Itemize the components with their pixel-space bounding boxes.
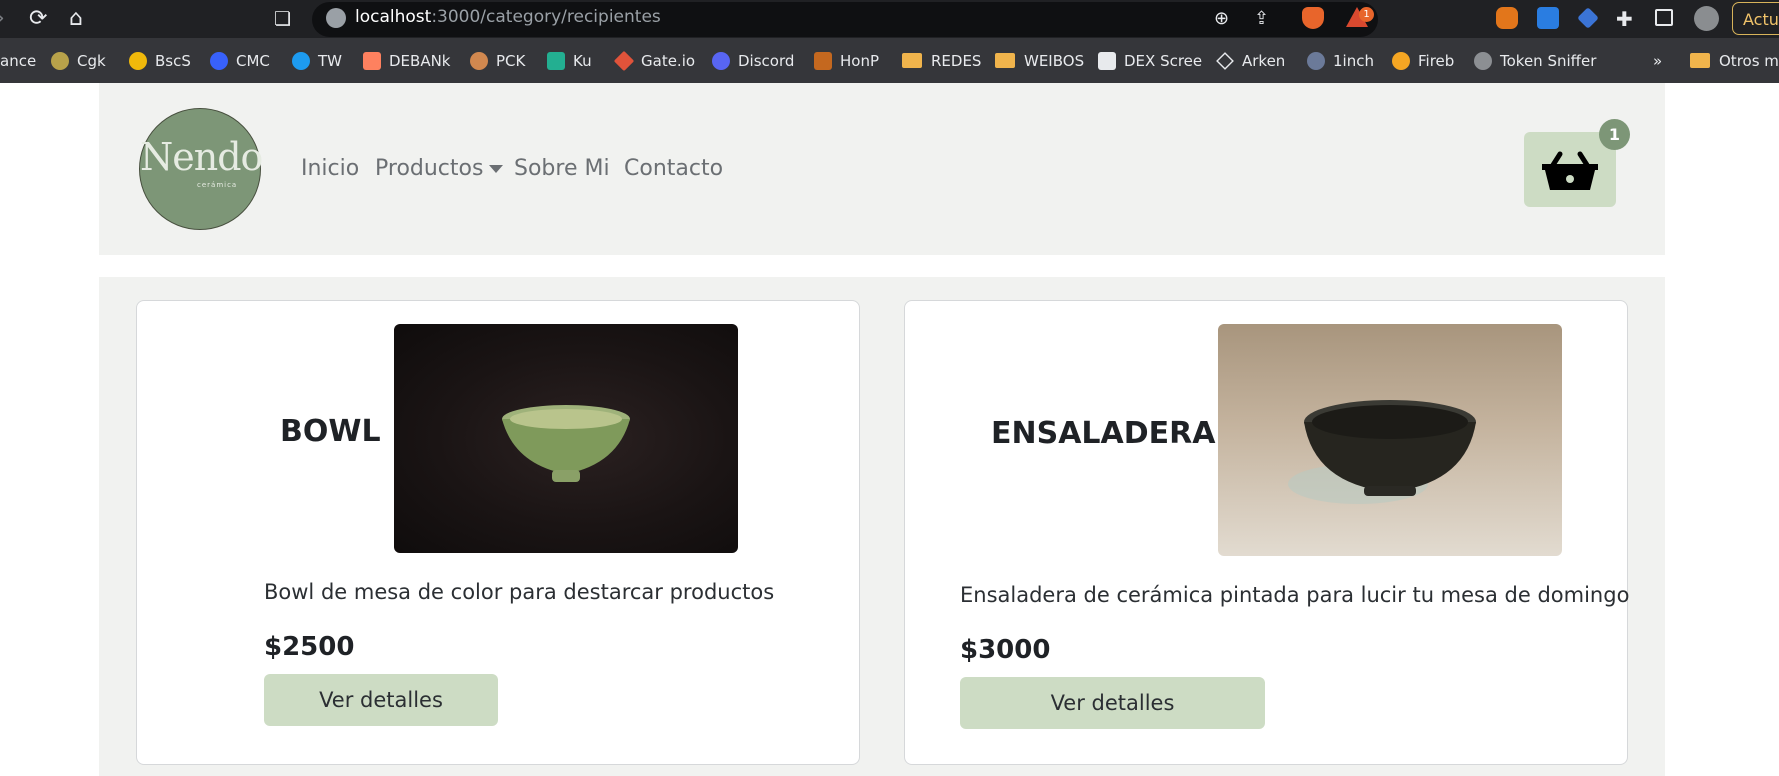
bookmark-item[interactable]: Ku (547, 38, 592, 83)
coinmarketcap-icon (210, 51, 228, 70)
token-sniffer-icon (1474, 51, 1492, 70)
bookmark-item[interactable]: Arken (1216, 38, 1285, 83)
cart-count-badge: 1 (1599, 119, 1630, 150)
bscscan-icon (129, 51, 147, 70)
product-title: ENSALADERA (991, 416, 1216, 451)
nav-dropdown-productos[interactable]: Productos (375, 156, 504, 181)
bookmarks-overflow-button[interactable]: » (1653, 38, 1662, 83)
oneinch-icon (1307, 51, 1325, 70)
product-price: $3000 (960, 635, 1051, 665)
bookmark-label: Cgk (77, 51, 106, 70)
firebase-icon (1392, 51, 1410, 70)
bookmark-label: PCK (496, 51, 526, 70)
coingecko-icon (51, 51, 69, 70)
bookmark-item[interactable]: BscS (129, 38, 191, 83)
view-details-button[interactable]: Ver detalles (264, 674, 498, 726)
folder-icon (995, 53, 1015, 68)
folder-icon (902, 53, 922, 68)
nav-link-contacto[interactable]: Contacto (624, 156, 723, 181)
product-description: Bowl de mesa de color para destarcar pro… (264, 580, 775, 604)
product-title: BOWL (280, 414, 381, 449)
url-path: :3000/category/recipientes (431, 7, 661, 27)
bookmark-item[interactable]: Cgk (51, 38, 106, 83)
profile-avatar[interactable] (1694, 6, 1719, 31)
bookmark-item[interactable]: HonP (814, 38, 879, 83)
brand-logo[interactable]: Nendo cerámica (139, 108, 263, 230)
product-image (1218, 324, 1562, 556)
folder-icon (1690, 53, 1710, 68)
bookmark-item[interactable]: 1inch (1307, 38, 1374, 83)
honeypot-icon (814, 51, 832, 70)
discord-icon (712, 51, 730, 70)
bookmark-label: » (1653, 51, 1663, 70)
bookmark-label: Otros ma (1719, 51, 1779, 70)
dexscreener-icon (1098, 51, 1116, 70)
bookmark-folder[interactable]: Otros ma (1690, 38, 1779, 83)
kucoin-wallet-icon[interactable] (1537, 7, 1559, 29)
bookmark-label: Token Sniffer (1500, 51, 1597, 70)
bookmark-item[interactable]: Token Sniffer (1474, 38, 1596, 83)
bookmark-label: DEBANk (389, 51, 451, 70)
bookmark-label: ance (0, 51, 37, 70)
product-description: Ensaladera de cerámica pintada para luci… (960, 583, 1630, 607)
update-button[interactable]: Actual (1732, 2, 1779, 35)
arken-icon (1216, 51, 1234, 70)
logo-subtext: cerámica (197, 181, 238, 189)
bookmark-label: Ku (573, 51, 592, 70)
bookmark-label: HonP (840, 51, 880, 70)
nav-link-productos-label: Productos (375, 156, 484, 181)
bookmark-label: CMC (236, 51, 270, 70)
reload-icon[interactable]: ⟳ (29, 8, 47, 30)
kucoin-icon (547, 51, 565, 70)
bookmark-label: Arken (1242, 51, 1286, 70)
nav-link-sobre-mi[interactable]: Sobre Mi (514, 156, 610, 181)
caret-down-icon (489, 165, 504, 173)
bookmark-label: BscS (155, 51, 191, 70)
back-arrow-icon[interactable]: › (0, 8, 5, 30)
metamask-icon[interactable] (1496, 7, 1518, 29)
alert-badge: 1 (1359, 7, 1374, 22)
bookmark-page-icon[interactable]: ❏ (274, 8, 291, 30)
pancakeswap-icon (470, 51, 488, 70)
logo-text: Nendo (140, 135, 263, 179)
twitter-icon (292, 51, 310, 70)
debank-icon (363, 51, 381, 70)
bookmark-label: Gate.io (641, 51, 696, 70)
bookmark-label: Fireb (1418, 51, 1455, 70)
bookmark-item[interactable]: Gate.io (613, 38, 696, 83)
bookmark-item[interactable]: TW (292, 38, 342, 83)
bookmark-label: TW (318, 51, 342, 70)
extensions-puzzle-icon[interactable]: ✚ (1616, 8, 1633, 30)
nav-link-inicio[interactable]: Inicio (301, 156, 359, 181)
bookmark-label: WEIBOS (1024, 51, 1085, 70)
product-image (394, 324, 738, 553)
bookmark-folder[interactable]: WEIBOS (995, 38, 1084, 83)
url-host: localhost (355, 7, 432, 27)
bookmark-item[interactable]: CMC (210, 38, 270, 83)
bookmark-item[interactable]: DEBANk (363, 38, 451, 83)
bookmark-item[interactable]: ance (0, 38, 36, 83)
gateio-icon (613, 50, 635, 71)
bookmark-folder[interactable]: REDES (902, 38, 981, 83)
share-icon[interactable]: ⇪ (1254, 8, 1269, 30)
product-price: $2500 (264, 632, 355, 662)
bookmark-item[interactable]: PCK (470, 38, 525, 83)
bookmark-item[interactable]: Discord (712, 38, 794, 83)
home-icon[interactable]: ⌂ (69, 8, 83, 30)
sidebar-toggle-icon[interactable] (1655, 9, 1673, 26)
dark-bowl-image (1288, 400, 1476, 504)
brave-shield-icon[interactable] (1302, 7, 1324, 29)
url-text[interactable]: localhost:3000/category/recipientes (355, 7, 661, 27)
bookmark-label: REDES (931, 51, 982, 70)
view-details-button[interactable]: Ver detalles (960, 677, 1265, 729)
site-info-icon[interactable] (326, 8, 346, 28)
bookmark-item[interactable]: DEX Scree (1098, 38, 1202, 83)
bookmark-label: DEX Scree (1124, 51, 1203, 70)
green-bowl-image (502, 405, 630, 482)
bookmark-label: 1inch (1333, 51, 1374, 70)
bookmark-item[interactable]: Fireb (1392, 38, 1454, 83)
bookmark-label: Discord (738, 51, 795, 70)
zoom-icon[interactable]: ⊕ (1214, 8, 1229, 30)
